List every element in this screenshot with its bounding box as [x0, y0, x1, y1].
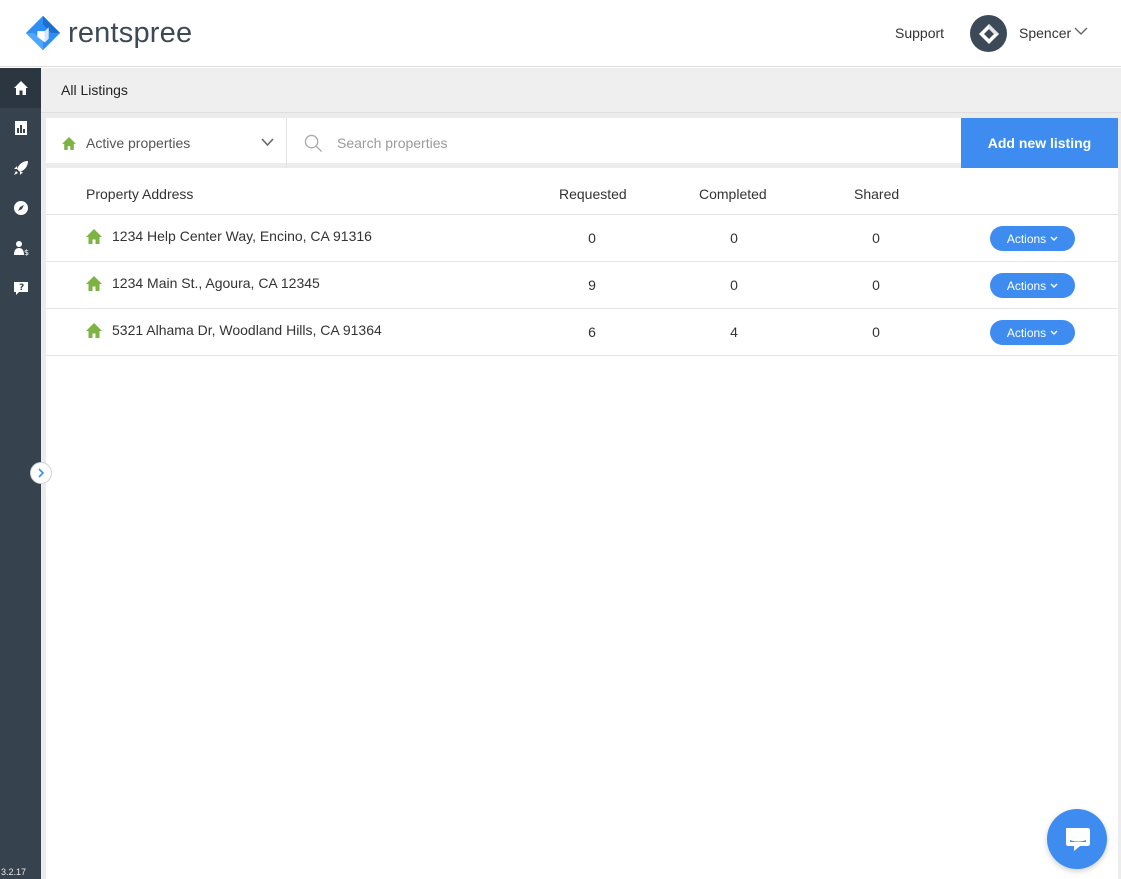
table-row[interactable]: 1234 Main St., Agoura, CA 12345 9 0 0 Ac…	[46, 262, 1118, 309]
breadcrumb: All Listings	[61, 82, 128, 98]
property-status-label: Active properties	[86, 135, 191, 151]
table-header: Property Address Requested Completed Sha…	[46, 173, 1118, 215]
completed-count: 4	[730, 324, 738, 340]
rentspree-logo-icon	[25, 15, 61, 51]
brand-diamond-icon	[978, 23, 999, 44]
sidebar-item-help[interactable]: ?	[0, 268, 41, 308]
address-cell: 1234 Help Center Way, Encino, CA 91316	[86, 228, 372, 244]
completed-count: 0	[730, 277, 738, 293]
chevron-down-icon[interactable]	[1074, 27, 1088, 36]
search-input[interactable]	[337, 135, 917, 151]
chevron-down-icon	[1050, 236, 1058, 241]
column-header-requested: Requested	[559, 186, 627, 202]
property-status-select[interactable]: Active properties	[46, 118, 287, 168]
report-icon	[14, 121, 27, 135]
agent-money-icon: $	[13, 241, 29, 256]
actions-button[interactable]: Actions	[990, 320, 1075, 345]
chevron-down-icon	[261, 138, 274, 147]
property-address[interactable]: 1234 Main St., Agoura, CA 12345	[112, 275, 320, 291]
search-icon	[304, 134, 323, 152]
app-version: 3.2.17	[1, 867, 27, 877]
address-cell: 1234 Main St., Agoura, CA 12345	[86, 275, 320, 291]
sidebar-item-agent[interactable]: $	[0, 228, 41, 268]
top-header: rentspree Support Spencer	[0, 0, 1121, 67]
property-address[interactable]: 1234 Help Center Way, Encino, CA 91316	[112, 228, 372, 244]
actions-button[interactable]: Actions	[990, 226, 1075, 251]
listings-table: Property Address Requested Completed Sha…	[46, 173, 1118, 356]
requested-count: 6	[588, 324, 596, 340]
completed-count: 0	[730, 230, 738, 246]
column-header-completed: Completed	[699, 186, 767, 202]
search-box[interactable]	[288, 118, 961, 168]
breadcrumb-bar: All Listings	[41, 68, 1121, 113]
table-row[interactable]: 1234 Help Center Way, Encino, CA 91316 0…	[46, 215, 1118, 262]
address-cell: 5321 Alhama Dr, Woodland Hills, CA 91364	[86, 322, 382, 338]
compass-icon	[13, 201, 28, 215]
rocket-icon	[13, 161, 28, 175]
listings-panel: Active properties Add new listing Proper…	[46, 118, 1118, 879]
chat-widget-button[interactable]	[1047, 809, 1107, 869]
table-row[interactable]: 5321 Alhama Dr, Woodland Hills, CA 91364…	[46, 309, 1118, 356]
sidebar-item-rocket[interactable]	[0, 148, 41, 188]
home-icon	[13, 81, 28, 95]
user-name[interactable]: Spencer	[1019, 25, 1071, 41]
rentspree-logo[interactable]: rentspree	[24, 14, 192, 52]
sidebar-item-home[interactable]	[0, 68, 41, 108]
actions-label: Actions	[1006, 278, 1047, 293]
home-icon	[86, 275, 102, 291]
requested-count: 0	[588, 230, 596, 246]
requested-count: 9	[588, 277, 596, 293]
home-icon	[86, 228, 102, 244]
sidebar-item-report[interactable]	[0, 108, 41, 148]
column-header-shared: Shared	[854, 186, 900, 202]
sidebar-expand-button[interactable]	[30, 462, 52, 484]
support-link[interactable]: Support	[895, 25, 944, 41]
svg-text:$: $	[24, 248, 29, 256]
actions-button[interactable]: Actions	[990, 273, 1075, 298]
actions-label: Actions	[1006, 325, 1047, 340]
shared-count: 0	[872, 324, 880, 340]
svg-text:?: ?	[19, 283, 24, 293]
add-new-listing-button[interactable]: Add new listing	[961, 118, 1118, 168]
column-header-address: Property Address	[86, 186, 194, 202]
sidebar-item-explore[interactable]	[0, 188, 41, 228]
chat-bubble-icon	[1066, 828, 1090, 851]
help-chat-icon: ?	[13, 282, 28, 295]
property-address[interactable]: 5321 Alhama Dr, Woodland Hills, CA 91364	[112, 322, 382, 338]
chevron-down-icon	[1050, 330, 1058, 335]
shared-count: 0	[872, 230, 880, 246]
shared-count: 0	[872, 277, 880, 293]
avatar[interactable]	[970, 15, 1007, 52]
chevron-down-icon	[1050, 283, 1058, 288]
chevron-right-icon	[38, 468, 45, 478]
logo-text: rentspree	[68, 16, 193, 49]
home-icon	[86, 322, 102, 338]
actions-label: Actions	[1006, 231, 1047, 246]
home-icon	[62, 136, 76, 150]
filter-bar: Active properties Add new listing	[46, 118, 1118, 168]
